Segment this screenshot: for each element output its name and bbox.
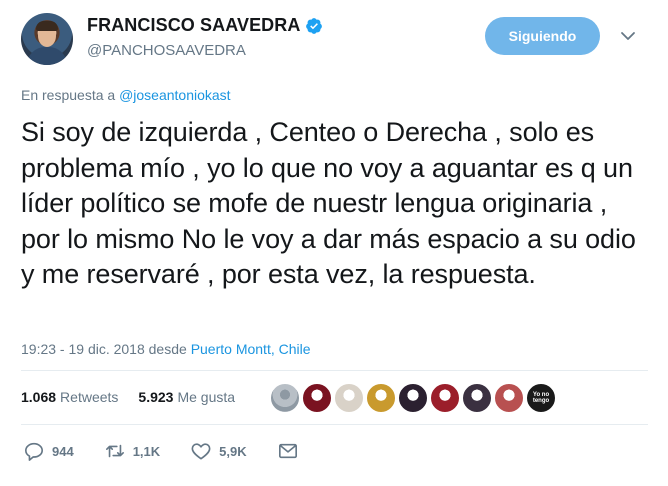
following-button[interactable]: Siguiendo	[485, 17, 600, 55]
like-action[interactable]: 5,9K	[190, 441, 247, 461]
tweet-text: Si soy de izquierda , Centeo o Derecha ,…	[21, 117, 636, 289]
author-name[interactable]: FRANCISCO SAAVEDRA	[87, 15, 300, 36]
liker-avatar[interactable]	[334, 383, 364, 413]
avatar-shirt	[27, 47, 67, 65]
divider-bottom	[21, 424, 648, 425]
tweet-meta: 19:23 - 19 dic. 2018 desde Puerto Montt,…	[21, 341, 311, 357]
liker-avatar[interactable]	[430, 383, 460, 413]
author-name-row: FRANCISCO SAAVEDRA	[87, 15, 323, 36]
liker-avatar[interactable]	[494, 383, 524, 413]
tweet-timestamp[interactable]: 19:23 - 19 dic. 2018 desde	[21, 341, 187, 357]
tweet-location-link[interactable]: Puerto Montt, Chile	[191, 341, 311, 357]
retweet-action[interactable]: 1,1K	[104, 441, 160, 461]
reply-icon	[25, 442, 43, 461]
reply-action[interactable]: 944	[23, 441, 74, 461]
liker-avatar[interactable]	[462, 383, 492, 413]
reply-prefix: En respuesta a	[21, 87, 116, 103]
liker-avatar[interactable]	[398, 383, 428, 413]
reply-mention-link[interactable]: @joseantoniokast	[119, 87, 231, 103]
likes-label[interactable]: Me gusta	[177, 389, 235, 405]
liker-avatar[interactable]	[270, 383, 300, 413]
verified-badge-icon	[306, 17, 323, 34]
divider-top	[21, 370, 648, 371]
chevron-down-icon[interactable]	[620, 28, 636, 44]
retweets-count[interactable]: 1.068	[21, 389, 56, 405]
avatar-hair	[36, 21, 58, 31]
liker-avatar[interactable]	[366, 383, 396, 413]
dm-action[interactable]	[277, 441, 299, 461]
retweet-action-count: 1,1K	[132, 443, 161, 459]
like-action-count: 5,9K	[219, 443, 247, 459]
author-handle[interactable]: @PANCHOSAAVEDRA	[87, 42, 246, 59]
author-avatar[interactable]	[21, 13, 73, 65]
likes-count[interactable]: 5.923	[138, 389, 173, 405]
reply-count: 944	[52, 443, 74, 459]
heart-icon	[191, 443, 211, 460]
retweet-icon	[105, 444, 124, 458]
retweets-label[interactable]: Retweets	[60, 389, 118, 405]
liker-avatars: Yo no tengo	[270, 383, 556, 413]
reply-context: En respuesta a @joseantoniokast	[21, 87, 231, 103]
tweet-stats: 1.068 Retweets 5.923 Me gusta	[21, 389, 235, 405]
liker-avatar[interactable]: Yo no tengo	[526, 383, 556, 413]
liker-avatar[interactable]	[302, 383, 332, 413]
liker-badge-text: Yo no tengo	[532, 392, 550, 404]
envelope-icon	[278, 443, 297, 459]
action-bar: 944 1,1K 5,9K	[23, 441, 329, 461]
